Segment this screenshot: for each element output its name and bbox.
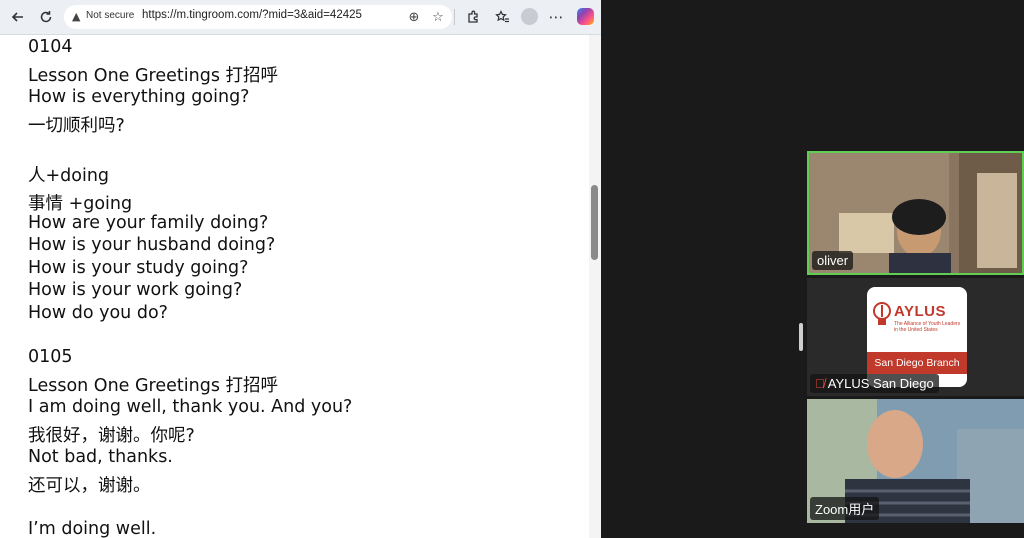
scrollbar-track[interactable] bbox=[589, 35, 601, 538]
branch-label: San Diego Branch bbox=[867, 352, 967, 374]
participant-name: AYLUS San Diego bbox=[827, 376, 934, 391]
lesson-number: 0104 bbox=[28, 37, 73, 57]
scrollbar-thumb[interactable] bbox=[591, 185, 598, 260]
english-line: Not bad, thanks. bbox=[28, 447, 173, 467]
back-arrow-icon[interactable] bbox=[6, 5, 30, 29]
muted-mic-icon: 🎙̸ bbox=[815, 376, 825, 391]
english-line: How is your work going? bbox=[28, 280, 243, 300]
lesson-title: Lesson One Greetings 打招呼 bbox=[28, 66, 279, 86]
url-text[interactable]: https://m.tingroom.com/?mid=3&aid=42425 bbox=[142, 9, 362, 21]
participant-name: oliver bbox=[812, 251, 854, 270]
video-tile-aylus[interactable]: AYLUS The Alliance of Youth Leaders in t… bbox=[807, 278, 1024, 396]
video-tile-zoom-user[interactable]: Zoom用户 bbox=[807, 399, 1024, 523]
english-line: How is everything going? bbox=[28, 87, 250, 107]
chinese-line: 我很好，谢谢。你呢? bbox=[28, 426, 195, 446]
page-content: 0104 Lesson One Greetings 打招呼 How is eve… bbox=[0, 35, 588, 538]
warning-icon[interactable]: ▲ bbox=[72, 10, 80, 23]
star-icon[interactable]: ☆ bbox=[429, 8, 447, 26]
chinese-line: 还可以，谢谢。 bbox=[28, 476, 151, 496]
pattern-line: 人+doing bbox=[28, 166, 110, 186]
english-line: I’m doing well. bbox=[28, 519, 157, 538]
favorites-icon[interactable] bbox=[490, 5, 514, 29]
lesson-number: 0105 bbox=[28, 347, 73, 367]
chinese-line: 一切顺利吗? bbox=[28, 116, 125, 136]
browser-toolbar: ▲ Not secure https://m.tingroom.com/?mid… bbox=[0, 0, 601, 35]
lightbulb-icon bbox=[873, 302, 891, 325]
english-line: How is your husband doing? bbox=[28, 235, 276, 255]
aylus-logo: AYLUS The Alliance of Youth Leaders in t… bbox=[867, 287, 967, 387]
english-line: How is your study going? bbox=[28, 258, 249, 278]
english-line: How do you do? bbox=[28, 303, 168, 323]
copilot-icon[interactable] bbox=[577, 8, 594, 25]
security-label[interactable]: Not secure bbox=[86, 10, 134, 21]
puzzle-icon[interactable] bbox=[461, 5, 485, 29]
english-line: I am doing well, thank you. And you? bbox=[28, 397, 353, 417]
reload-icon[interactable] bbox=[34, 5, 58, 29]
zoom-icon[interactable]: ⊕ bbox=[405, 8, 423, 26]
address-bar[interactable]: ▲ Not secure https://m.tingroom.com/?mid… bbox=[64, 5, 452, 29]
toolbar-divider bbox=[454, 9, 455, 25]
logo-subtitle: The Alliance of Youth Leaders in the Uni… bbox=[894, 321, 961, 333]
browser-window: ▲ Not secure https://m.tingroom.com/?mid… bbox=[0, 0, 601, 538]
participant-name: Zoom用户 bbox=[810, 497, 880, 520]
logo-title: AYLUS bbox=[894, 303, 946, 320]
lesson-title: Lesson One Greetings 打招呼 bbox=[28, 376, 279, 396]
panel-resize-handle[interactable] bbox=[799, 323, 803, 351]
video-tile-oliver[interactable]: oliver bbox=[807, 151, 1024, 275]
participant-name-tag: 🎙̸ AYLUS San Diego bbox=[810, 374, 939, 393]
english-line: How are your family doing? bbox=[28, 213, 269, 233]
profile-icon[interactable] bbox=[521, 8, 538, 25]
more-icon[interactable]: ⋯ bbox=[544, 5, 568, 29]
pattern-line: 事情 +going bbox=[28, 194, 133, 214]
